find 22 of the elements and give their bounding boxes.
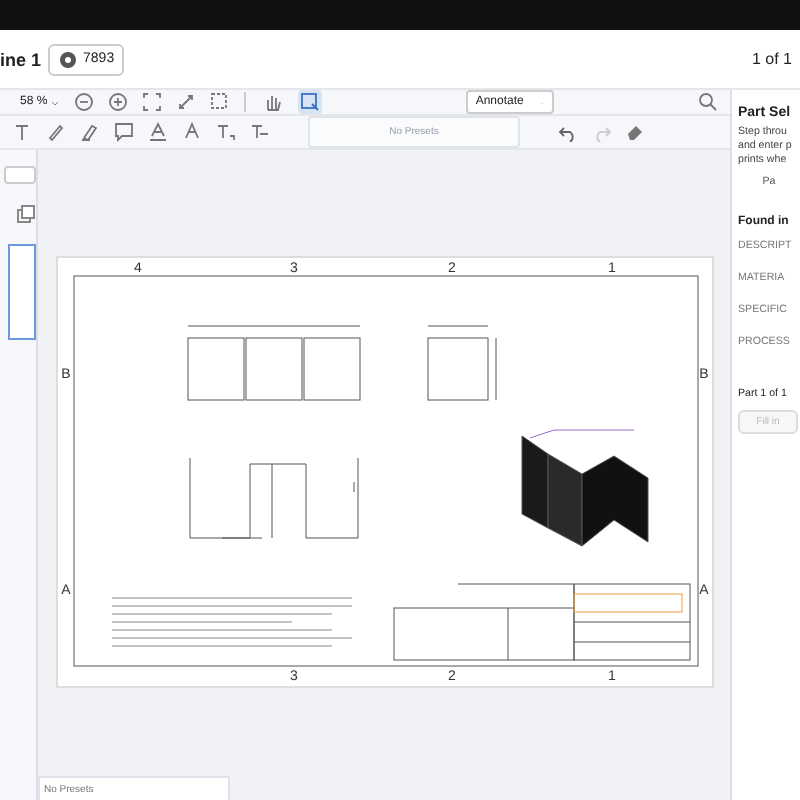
document-title: ine 1 (0, 49, 42, 69)
pages-icon[interactable] (16, 204, 36, 224)
pen-icon[interactable] (46, 122, 66, 142)
underline-font-icon[interactable] (148, 122, 168, 142)
search-field[interactable] (4, 166, 36, 184)
text-tool-icon[interactable] (12, 122, 32, 142)
eraser-icon[interactable] (626, 122, 646, 142)
zoom-out-icon[interactable] (73, 92, 94, 112)
highlighter-icon[interactable] (80, 122, 100, 142)
fit-page-icon[interactable] (141, 92, 162, 112)
zoom-in-icon[interactable] (107, 92, 128, 112)
expand-icon[interactable] (175, 92, 196, 112)
page-counter: 1 of 1 (751, 50, 794, 68)
comment-icon[interactable] (114, 122, 134, 142)
selection-box-icon[interactable] (209, 92, 230, 112)
search-icon[interactable] (698, 92, 718, 112)
undo-icon[interactable] (558, 122, 578, 142)
subscript-icon[interactable] (216, 122, 236, 142)
selection-tool-icon[interactable] (297, 90, 322, 114)
strikethrough-icon[interactable] (250, 122, 270, 142)
font-icon[interactable] (182, 122, 202, 142)
page-thumbnail[interactable] (8, 244, 36, 340)
